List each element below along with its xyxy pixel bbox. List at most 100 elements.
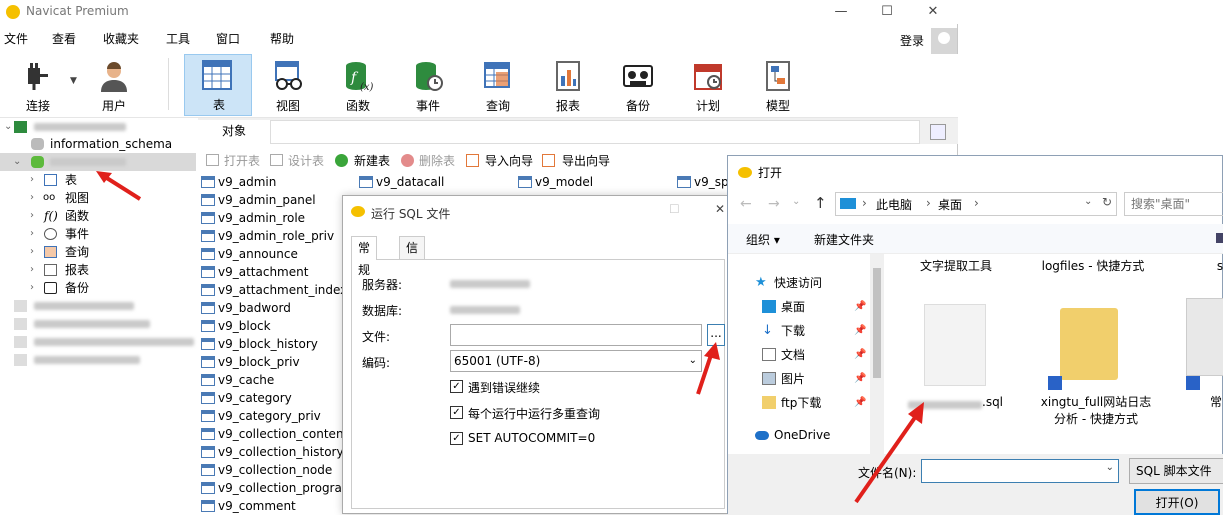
file-item-partial[interactable]: s — [1214, 258, 1223, 275]
continue-on-error-checkbox[interactable]: ✓ — [450, 380, 463, 393]
chevron-down-icon[interactable]: ▼ — [70, 76, 77, 86]
table-item[interactable]: v9_category_priv — [201, 407, 351, 425]
table-item[interactable]: v9_model — [518, 173, 593, 191]
menu-help[interactable]: 帮助 — [270, 30, 294, 47]
backup-button[interactable]: 备份 — [606, 56, 670, 116]
connection-row[interactable] — [0, 351, 196, 369]
table-item[interactable]: v9_collection_content — [201, 425, 351, 443]
menu-view[interactable]: 查看 — [52, 30, 76, 47]
table-item[interactable]: v9_collection_history — [201, 443, 351, 461]
encoding-select[interactable]: 65001 (UTF-8) ⌄ — [450, 350, 702, 372]
tree-item-information-schema[interactable]: information_schema — [0, 135, 196, 153]
object-filter-box[interactable] — [270, 120, 920, 144]
table-item[interactable]: v9_attachment_index — [201, 281, 351, 299]
view-options-icon[interactable] — [1216, 233, 1223, 243]
chevron-down-icon[interactable]: ⌄ — [792, 196, 800, 207]
connection-row[interactable] — [0, 297, 196, 315]
chevron-right-icon[interactable]: › — [30, 225, 34, 243]
tab-general[interactable]: 常规 — [351, 236, 378, 277]
autocommit-checkbox[interactable]: ✓ — [450, 432, 463, 445]
connection-row[interactable] — [0, 333, 196, 351]
table-item[interactable]: v9_cache — [201, 371, 351, 389]
menu-tools[interactable]: 工具 — [166, 30, 190, 47]
table-item[interactable]: v9_block_history — [201, 335, 351, 353]
function-button[interactable]: f (x) 函数 — [326, 56, 390, 116]
file-item-sql[interactable]: .sql — [982, 394, 1022, 411]
tree-item-queries[interactable]: › 查询 — [0, 243, 196, 261]
breadcrumb-desktop[interactable]: 桌面 — [938, 196, 962, 213]
open-button[interactable]: 打开(O) — [1134, 489, 1220, 515]
pin-icon[interactable]: 📌 — [854, 320, 866, 342]
query-button[interactable]: 查询 — [466, 56, 530, 116]
nav-ftp-downloads[interactable]: ftp下载 📌 — [762, 392, 866, 414]
tab-message-log[interactable]: 信息日志 — [399, 236, 426, 321]
table-item[interactable]: v9_sp — [677, 173, 729, 191]
user-button[interactable]: 用户 — [82, 56, 146, 116]
open-table-button[interactable]: 打开表 — [224, 152, 260, 169]
close-icon[interactable]: ✕ — [715, 202, 725, 216]
maximize-icon[interactable]: ☐ — [864, 0, 910, 24]
chevron-right-icon[interactable]: › — [30, 279, 34, 297]
table-item[interactable]: v9_admin — [201, 173, 351, 191]
pin-icon[interactable]: 📌 — [854, 392, 866, 414]
add-object-icon[interactable] — [930, 124, 946, 140]
tree-item-backups[interactable]: › 备份 — [0, 279, 196, 297]
connection-row[interactable] — [0, 315, 196, 333]
chevron-down-icon[interactable]: ⌄ — [1084, 196, 1092, 207]
new-folder-button[interactable]: 新建文件夹 — [814, 231, 874, 248]
up-icon[interactable]: ↑ — [814, 194, 827, 212]
file-type-select[interactable]: SQL 脚本文件 (* — [1129, 458, 1223, 502]
chevron-right-icon[interactable]: › — [30, 243, 34, 261]
tree-item-events[interactable]: › 事件 — [0, 225, 196, 243]
multi-query-checkbox[interactable]: ✓ — [450, 406, 463, 419]
menu-file[interactable]: 文件 — [4, 30, 28, 47]
design-table-button[interactable]: 设计表 — [288, 152, 324, 169]
menu-favorites[interactable]: 收藏夹 — [103, 30, 139, 47]
table-item[interactable]: v9_badword — [201, 299, 351, 317]
tree-item-tables[interactable]: › 表 — [0, 171, 196, 189]
tree-item-functions[interactable]: › f() 函数 — [0, 207, 196, 225]
filename-input[interactable]: ⌄ — [921, 459, 1119, 483]
table-item[interactable]: v9_admin_role_priv — [201, 227, 351, 245]
table-item[interactable]: v9_block_priv — [201, 353, 351, 371]
table-item[interactable]: v9_admin_panel — [201, 191, 351, 209]
file-path-input[interactable] — [450, 324, 702, 346]
file-item-xingtu-shortcut[interactable]: xingtu_full网站日志分析 - 快捷方式 — [1038, 394, 1154, 428]
browse-button[interactable]: ... — [707, 324, 725, 346]
new-table-button[interactable]: 新建表 — [354, 152, 390, 169]
organize-menu[interactable]: 组织 ▾ — [746, 231, 780, 248]
table-item[interactable]: v9_collection_node — [201, 461, 351, 479]
tree-item-selected-database[interactable]: ⌄ — [0, 153, 196, 171]
file-item-partial-2[interactable]: 常 — [1208, 394, 1223, 411]
file-item-text-tool[interactable]: 文字提取工具 — [908, 258, 1004, 275]
minimize-icon[interactable]: — — [818, 0, 864, 24]
file-item-logfiles-shortcut[interactable]: logfiles - 快捷方式 — [1038, 258, 1148, 275]
schedule-button[interactable]: 计划 — [676, 56, 740, 116]
address-bar[interactable]: › 此电脑 › 桌面 › ⌄ ↻ — [835, 192, 1117, 216]
chevron-right-icon[interactable]: › — [30, 171, 34, 189]
close-icon[interactable]: ✕ — [910, 0, 956, 24]
nav-scrollbar[interactable] — [870, 254, 884, 454]
model-button[interactable]: 模型 — [746, 56, 810, 116]
chevron-right-icon[interactable]: › — [30, 261, 34, 279]
forward-icon[interactable]: → — [768, 196, 780, 212]
table-button[interactable]: 表 — [184, 54, 252, 116]
connection-row[interactable]: ⌄ — [0, 118, 196, 136]
refresh-icon[interactable]: ↻ — [1102, 195, 1112, 209]
back-icon[interactable]: ← — [740, 196, 752, 212]
delete-table-button[interactable]: 删除表 — [419, 152, 455, 169]
table-item[interactable]: v9_block — [201, 317, 351, 335]
table-item[interactable]: v9_category — [201, 389, 351, 407]
report-button[interactable]: 报表 — [536, 56, 600, 116]
table-item[interactable]: v9_attachment — [201, 263, 351, 281]
import-wizard-button[interactable]: 导入向导 — [485, 152, 533, 169]
nav-quick-access[interactable]: ★ 快速访问 — [755, 272, 822, 294]
table-item[interactable]: v9_announce — [201, 245, 351, 263]
chevron-down-icon[interactable]: ⌄ — [4, 118, 12, 136]
nav-documents[interactable]: 文档 📌 — [762, 344, 866, 366]
login-link[interactable]: 登录 — [900, 32, 924, 49]
table-item[interactable]: v9_admin_role — [201, 209, 351, 227]
search-input[interactable]: 搜索"桌面" — [1124, 192, 1223, 216]
view-button[interactable]: 视图 — [256, 56, 320, 116]
avatar[interactable] — [931, 28, 957, 54]
